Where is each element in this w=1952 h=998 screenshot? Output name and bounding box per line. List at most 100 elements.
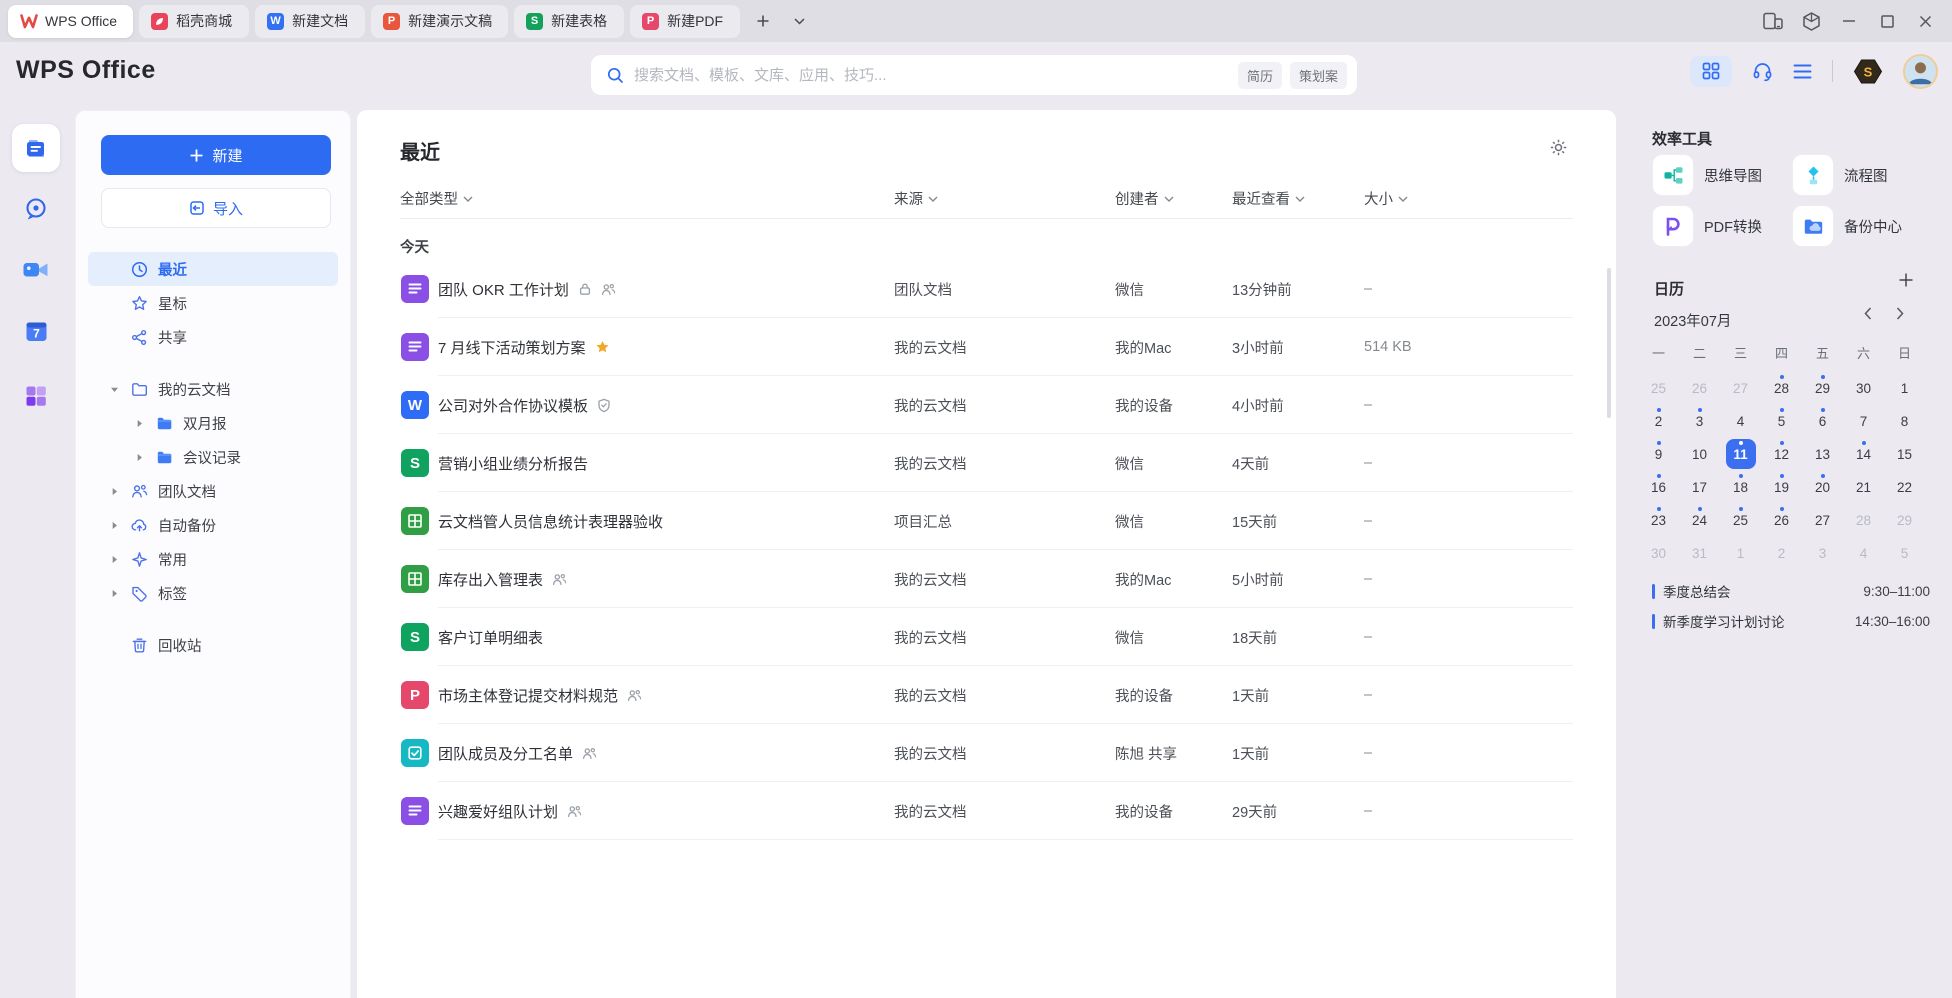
search-tag-0[interactable]: 简历: [1238, 62, 1282, 89]
calendar-day[interactable]: 22: [1884, 471, 1925, 503]
filter-size[interactable]: 大小: [1364, 188, 1408, 209]
rail-item-messages[interactable]: [12, 185, 60, 233]
vip-badge[interactable]: S: [1853, 58, 1883, 85]
rail-item-calendar[interactable]: 7: [12, 307, 60, 355]
list-settings-button[interactable]: [1549, 138, 1568, 160]
sidebar-item-team-docs[interactable]: 团队文档: [88, 474, 338, 508]
calendar-day[interactable]: 26: [1679, 372, 1720, 404]
calendar-day[interactable]: 6: [1802, 405, 1843, 437]
calendar-day[interactable]: 5: [1761, 405, 1802, 437]
filter-last-viewed[interactable]: 最近查看: [1232, 188, 1305, 209]
file-row[interactable]: 库存出入管理表 我的云文档 我的Mac 5小时前 –: [357, 550, 1616, 608]
caret-right-icon[interactable]: [104, 521, 124, 530]
rail-item-documents[interactable]: [12, 124, 60, 172]
sidebar-item-recycle-bin[interactable]: 回收站: [88, 628, 338, 662]
filter-type[interactable]: 全部类型: [400, 188, 473, 209]
calendar-day[interactable]: 31: [1679, 537, 1720, 569]
calendar-day[interactable]: 28: [1843, 504, 1884, 536]
calendar-day[interactable]: 3: [1679, 405, 1720, 437]
calendar-day[interactable]: 10: [1679, 438, 1720, 470]
file-row[interactable]: 兴趣爱好组队计划 我的云文档 我的设备 29天前 –: [357, 782, 1616, 840]
calendar-day[interactable]: 2: [1638, 405, 1679, 437]
tab-list-dropdown[interactable]: [786, 8, 812, 34]
calendar-prev-button[interactable]: [1864, 307, 1872, 323]
calendar-day[interactable]: 21: [1843, 471, 1884, 503]
filter-source[interactable]: 来源: [894, 188, 938, 209]
calendar-day[interactable]: 24: [1679, 504, 1720, 536]
caret-down-icon[interactable]: [104, 385, 124, 394]
new-document-button[interactable]: 新建: [101, 135, 331, 175]
calendar-day[interactable]: 19: [1761, 471, 1802, 503]
tool-mindmap[interactable]: 思维导图: [1652, 154, 1792, 196]
sidebar-item-recent[interactable]: 最近: [88, 252, 338, 286]
calendar-day[interactable]: 27: [1720, 372, 1761, 404]
calendar-day[interactable]: 9: [1638, 438, 1679, 470]
devices-button[interactable]: [1758, 6, 1788, 36]
calendar-day[interactable]: 8: [1884, 405, 1925, 437]
tool-flowchart[interactable]: 流程图: [1792, 154, 1932, 196]
calendar-day[interactable]: 4: [1720, 405, 1761, 437]
calendar-day[interactable]: 13: [1802, 438, 1843, 470]
tab-2[interactable]: W新建文档: [255, 5, 365, 38]
calendar-day[interactable]: 7: [1843, 405, 1884, 437]
calendar-day[interactable]: 5: [1884, 537, 1925, 569]
rail-item-apps[interactable]: [12, 372, 60, 420]
calendar-day[interactable]: 30: [1638, 537, 1679, 569]
calendar-day[interactable]: 4: [1843, 537, 1884, 569]
tool-backup[interactable]: 备份中心: [1792, 205, 1932, 247]
caret-right-icon[interactable]: [104, 487, 124, 496]
calendar-day[interactable]: 2: [1761, 537, 1802, 569]
calendar-day[interactable]: 29: [1884, 504, 1925, 536]
file-row[interactable]: 团队 OKR 工作计划 团队文档 微信 13分钟前 –: [357, 260, 1616, 318]
workspace-button[interactable]: [1796, 6, 1826, 36]
calendar-day[interactable]: 18: [1720, 471, 1761, 503]
calendar-day[interactable]: 3: [1802, 537, 1843, 569]
tab-3[interactable]: P新建演示文稿: [371, 5, 508, 38]
add-event-button[interactable]: [1898, 272, 1914, 291]
sidebar-item-my-cloud-docs[interactable]: 我的云文档: [88, 372, 338, 406]
calendar-next-button[interactable]: [1896, 307, 1904, 323]
calendar-day-selected[interactable]: 11: [1720, 438, 1761, 470]
calendar-day[interactable]: 25: [1720, 504, 1761, 536]
scrollbar-thumb[interactable]: [1607, 268, 1611, 418]
caret-right-icon[interactable]: [104, 555, 124, 564]
calendar-day[interactable]: 28: [1761, 372, 1802, 404]
file-row[interactable]: 7 月线下活动策划方案 我的云文档 我的Mac 3小时前 514 KB: [357, 318, 1616, 376]
tab-5[interactable]: P新建PDF: [630, 5, 740, 38]
calendar-day[interactable]: 26: [1761, 504, 1802, 536]
calendar-day[interactable]: 29: [1802, 372, 1843, 404]
main-menu-button[interactable]: [1793, 64, 1812, 79]
global-search[interactable]: 简历策划案: [591, 55, 1357, 95]
sidebar-item-tags[interactable]: 标签: [88, 576, 338, 610]
calendar-day[interactable]: 1: [1720, 537, 1761, 569]
calendar-day[interactable]: 17: [1679, 471, 1720, 503]
sidebar-item-frequent[interactable]: 常用: [88, 542, 338, 576]
caret-right-icon[interactable]: [129, 419, 149, 428]
rail-item-meetings[interactable]: [12, 246, 60, 294]
tab-1[interactable]: 稻壳商城: [139, 5, 249, 38]
calendar-day[interactable]: 15: [1884, 438, 1925, 470]
maximize-button[interactable]: [1872, 6, 1902, 36]
file-row[interactable]: S 营销小组业绩分析报告 我的云文档 微信 4天前 –: [357, 434, 1616, 492]
caret-right-icon[interactable]: [129, 453, 149, 462]
file-row[interactable]: 云文档管人员信息统计表理器验收 项目汇总 微信 15天前 –: [357, 492, 1616, 550]
close-button[interactable]: [1910, 6, 1940, 36]
tab-0[interactable]: WPS Office: [8, 5, 133, 38]
sidebar-item-starred[interactable]: 星标: [88, 286, 338, 320]
file-row[interactable]: S 客户订单明细表 我的云文档 微信 18天前 –: [357, 608, 1616, 666]
calendar-day[interactable]: 20: [1802, 471, 1843, 503]
calendar-day[interactable]: 23: [1638, 504, 1679, 536]
apps-grid-button[interactable]: [1690, 56, 1732, 87]
calendar-day[interactable]: 1: [1884, 372, 1925, 404]
calendar-day[interactable]: 14: [1843, 438, 1884, 470]
calendar-day[interactable]: 16: [1638, 471, 1679, 503]
calendar-day[interactable]: 12: [1761, 438, 1802, 470]
tab-4[interactable]: S新建表格: [514, 5, 624, 38]
search-input[interactable]: [634, 67, 1230, 84]
support-button[interactable]: [1752, 61, 1773, 82]
sidebar-item-shared[interactable]: 共享: [88, 320, 338, 354]
file-row[interactable]: W 公司对外合作协议模板 我的云文档 我的设备 4小时前 –: [357, 376, 1616, 434]
search-tag-1[interactable]: 策划案: [1290, 62, 1347, 89]
new-tab-button[interactable]: [750, 8, 776, 34]
calendar-event[interactable]: 新季度学习计划讨论 14:30–16:00: [1652, 606, 1930, 636]
